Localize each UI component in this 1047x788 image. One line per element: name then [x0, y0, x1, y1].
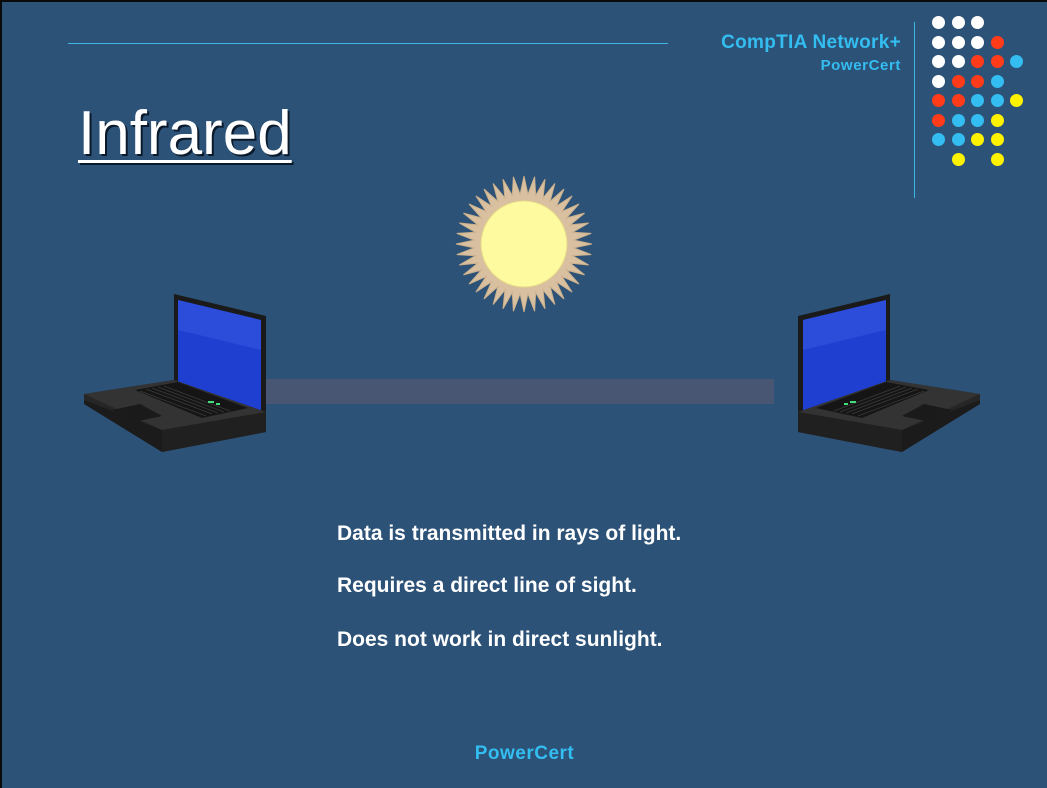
decor-dot — [971, 74, 984, 88]
decor-dot — [990, 152, 1004, 166]
decor-dot — [971, 94, 984, 107]
decor-dot — [990, 55, 1004, 68]
brand-title: CompTIA Network+ — [721, 32, 901, 53]
decor-dot — [932, 16, 945, 29]
infrared-beam — [264, 379, 774, 404]
sun-icon — [455, 175, 593, 313]
decor-dot — [951, 133, 965, 146]
decor-dot — [932, 133, 945, 146]
brand-subtitle: PowerCert — [820, 57, 901, 74]
header-divider — [68, 43, 668, 44]
decor-dot — [1010, 55, 1023, 68]
dot-grid-decoration — [932, 16, 1042, 176]
decor-dot — [932, 94, 945, 107]
decor-dot — [951, 55, 965, 68]
decor-dot — [971, 35, 984, 49]
decor-dot — [990, 35, 1004, 49]
bullet-item: Does not work in direct sunlight. — [337, 628, 663, 651]
decor-dot — [932, 55, 945, 68]
decor-dot — [951, 35, 965, 49]
decor-dot — [971, 113, 984, 127]
decor-dot — [990, 74, 1004, 88]
vertical-divider — [914, 22, 915, 198]
decor-dot — [951, 152, 965, 166]
bullet-item: Requires a direct line of sight. — [337, 574, 637, 597]
slide: CompTIA Network+ PowerCert Infrared Data… — [2, 2, 1047, 788]
bullet-item: Data is transmitted in rays of light. — [337, 522, 682, 545]
decor-dot — [932, 113, 945, 127]
decor-dot — [1010, 94, 1023, 107]
decor-dot — [971, 133, 984, 146]
laptop-icon — [798, 294, 980, 452]
decor-dot — [990, 133, 1004, 146]
decor-dot — [951, 74, 965, 88]
decor-dot — [971, 55, 984, 68]
decor-dot — [951, 16, 965, 29]
decor-dot — [990, 94, 1004, 107]
slide-title: Infrared — [78, 99, 292, 168]
laptop-icon — [84, 294, 266, 452]
decor-dot — [932, 74, 945, 88]
decor-dot — [932, 35, 945, 49]
footer-brand: PowerCert — [474, 743, 575, 764]
decor-dot — [951, 113, 965, 127]
decor-dot — [951, 94, 965, 107]
decor-dot — [990, 113, 1004, 127]
decor-dot — [971, 16, 984, 29]
